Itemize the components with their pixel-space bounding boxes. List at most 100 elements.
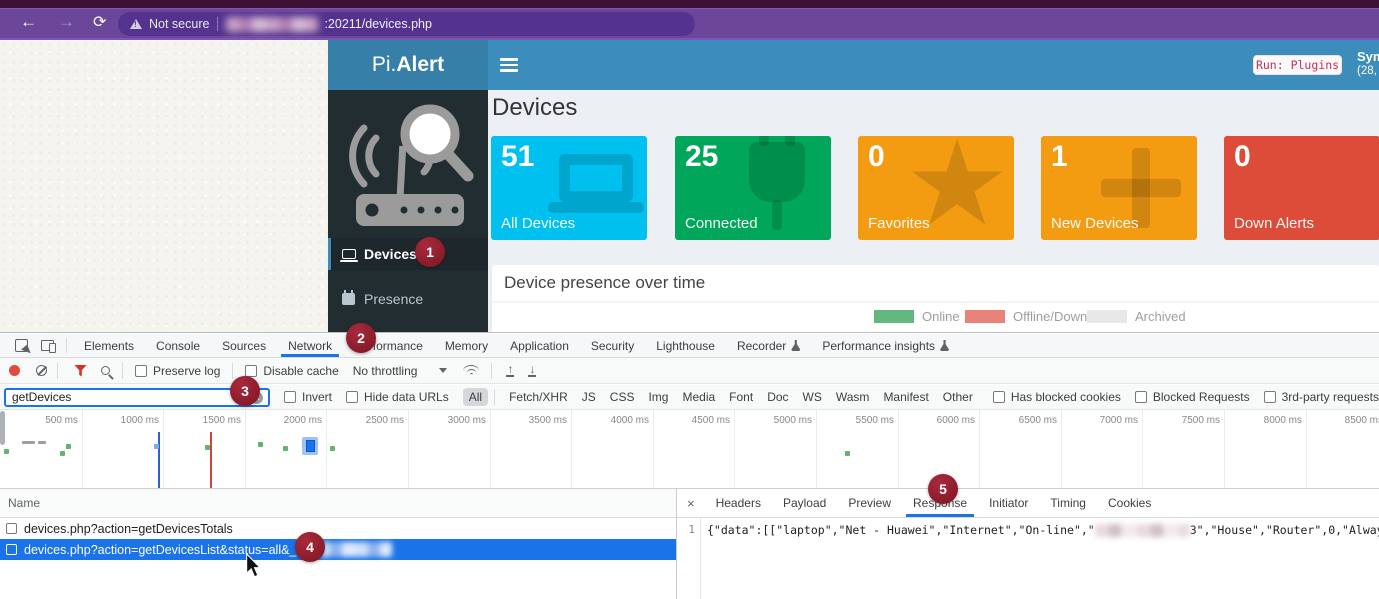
back-icon[interactable]: ← xyxy=(20,12,37,32)
tab-console[interactable]: Console xyxy=(145,334,211,357)
checkbox-icon[interactable] xyxy=(284,391,296,403)
timeline-tick-label: 2000 ms xyxy=(252,415,322,426)
clear-icon[interactable] xyxy=(36,365,47,376)
timeline-tick-label: 500 ms xyxy=(8,415,78,426)
timeline-tick-label: 8500 ms xyxy=(1313,415,1379,426)
filter-chip-fetch-xhr[interactable]: Fetch/XHR xyxy=(503,388,574,406)
timeline-tick-label: 4500 ms xyxy=(660,415,730,426)
request-row[interactable]: devices.php?action=getDevicesTotals xyxy=(0,518,676,539)
throttling-select[interactable]: No throttling xyxy=(353,364,418,378)
tab-network[interactable]: Network xyxy=(277,334,343,357)
sidebar-item-devices[interactable]: Devices xyxy=(328,238,488,270)
laptop-icon xyxy=(342,249,356,259)
tab-lighthouse[interactable]: Lighthouse xyxy=(645,334,726,357)
toolbar-separator xyxy=(122,363,123,379)
timeline-tick-label: 6000 ms xyxy=(905,415,975,426)
screenshot-root: ← → ⟳ Not secure :20211/devices.php Pi.A… xyxy=(0,0,1379,599)
detail-tab-initiator[interactable]: Initiator xyxy=(978,489,1039,517)
tab-label: Elements xyxy=(84,339,134,353)
filter-checkbox-hide-data-urls[interactable]: Hide data URLs xyxy=(346,390,449,404)
address-divider xyxy=(217,17,218,31)
hamburger-menu-icon[interactable] xyxy=(500,58,518,72)
sidebar-item-presence[interactable]: Presence xyxy=(328,283,488,315)
summary-card-all-devices[interactable]: 51All Devices xyxy=(491,136,647,240)
filter-chip-js[interactable]: JS xyxy=(576,388,602,406)
request-row[interactable]: devices.php?action=getDevicesList&status… xyxy=(0,539,676,560)
toolbar-separator xyxy=(491,363,492,379)
export-har-icon[interactable]: ↓ xyxy=(528,364,536,377)
annotation-badge-2: 2 xyxy=(346,323,376,353)
filter-checkbox-has-blocked-cookies[interactable]: Has blocked cookies xyxy=(993,390,1121,404)
detail-tab-cookies[interactable]: Cookies xyxy=(1097,489,1162,517)
record-icon[interactable] xyxy=(9,365,20,376)
row-checkbox[interactable] xyxy=(6,523,17,534)
tab-memory[interactable]: Memory xyxy=(434,334,499,357)
device-toolbar-icon[interactable] xyxy=(34,334,60,357)
checkbox-icon[interactable] xyxy=(993,391,1005,403)
annotation-badge-4: 4 xyxy=(295,532,325,562)
filter-chip-doc[interactable]: Doc xyxy=(761,388,794,406)
summary-card-new-devices[interactable]: 1New Devices xyxy=(1041,136,1197,240)
timeline-tick-label: 4000 ms xyxy=(579,415,649,426)
tab-application[interactable]: Application xyxy=(499,334,580,357)
filter-chip-manifest[interactable]: Manifest xyxy=(877,388,934,406)
response-viewer[interactable]: 1 {"data":[["laptop","Net - Huawei","Int… xyxy=(677,518,1379,599)
tab-recorder[interactable]: Recorder xyxy=(726,334,811,357)
summary-card-connected[interactable]: 25Connected xyxy=(675,136,831,240)
devtools-panel: Elements ConsoleSources Network Performance… xyxy=(0,332,1379,599)
detail-tab-headers[interactable]: Headers xyxy=(705,489,772,517)
tab-performance-insights[interactable]: Performance insights xyxy=(811,334,960,357)
import-har-icon[interactable]: ↑ xyxy=(506,364,514,377)
preserve-log-checkbox[interactable] xyxy=(135,365,147,377)
filter-chip-ws[interactable]: WS xyxy=(797,388,828,406)
filter-checkbox-3rd-party-requests[interactable]: 3rd-party requests xyxy=(1264,390,1379,404)
filter-checkbox-blocked-requests[interactable]: Blocked Requests xyxy=(1135,390,1250,404)
run-plugins-button[interactable]: Run: Plugins xyxy=(1253,55,1342,75)
tab-security[interactable]: Security xyxy=(580,334,645,357)
request-name: devices.php?action=getDevicesTotals xyxy=(24,522,233,536)
filter-chip-wasm[interactable]: Wasm xyxy=(830,388,876,406)
chevron-down-icon[interactable] xyxy=(439,368,447,373)
card-label: Favorites xyxy=(868,215,930,232)
pialert-logo[interactable]: Pi.Alert xyxy=(328,40,488,90)
requests-column-header[interactable]: Name xyxy=(0,489,676,518)
filter-funnel-icon[interactable] xyxy=(74,365,87,377)
tab-elements[interactable]: Elements xyxy=(73,334,145,357)
checkbox-icon[interactable] xyxy=(346,391,358,403)
detail-tab-preview[interactable]: Preview xyxy=(837,489,902,517)
filter-chip-font[interactable]: Font xyxy=(723,388,759,406)
tab-label: Performance insights xyxy=(822,339,935,353)
network-overview-timeline[interactable]: 500 ms1000 ms1500 ms2000 ms2500 ms3000 m… xyxy=(0,410,1379,489)
close-icon[interactable]: × xyxy=(677,489,705,517)
filter-chip-all[interactable]: All xyxy=(463,388,488,406)
disable-cache-checkbox[interactable] xyxy=(245,365,257,377)
panel-divider xyxy=(492,301,1379,303)
tab-label: Network xyxy=(288,339,332,353)
row-checkbox[interactable] xyxy=(6,544,17,555)
filter-checkbox-invert[interactable]: Invert xyxy=(284,390,332,404)
forward-icon[interactable]: → xyxy=(58,12,75,32)
timeline-gridline xyxy=(653,410,654,488)
timeline-tick-label: 7000 ms xyxy=(1068,415,1138,426)
toolbar-separator xyxy=(232,363,233,379)
summary-card-down-alerts[interactable]: 0Down Alerts xyxy=(1224,136,1379,240)
filter-chip-media[interactable]: Media xyxy=(676,388,721,406)
pialert-navbar: Run: Plugins Sym (28, xyxy=(488,40,1379,90)
summary-card-favorites[interactable]: ★0Favorites xyxy=(858,136,1014,240)
search-icon[interactable] xyxy=(101,366,110,375)
checkbox-icon[interactable] xyxy=(1264,391,1276,403)
tab-sources[interactable]: Sources xyxy=(211,334,277,357)
legend-item-online: Online xyxy=(874,309,960,324)
filter-chip-img[interactable]: Img xyxy=(642,388,674,406)
inspect-element-icon[interactable] xyxy=(8,334,34,357)
address-bar[interactable]: Not secure :20211/devices.php xyxy=(118,12,695,36)
filter-chip-css[interactable]: CSS xyxy=(604,388,641,406)
overview-scroll-handle[interactable] xyxy=(0,411,5,445)
network-conditions-icon[interactable] xyxy=(463,365,479,376)
timeline-gridline xyxy=(326,410,327,488)
detail-tab-timing[interactable]: Timing xyxy=(1039,489,1097,517)
checkbox-icon[interactable] xyxy=(1135,391,1147,403)
reload-icon[interactable]: ⟳ xyxy=(93,12,106,32)
detail-tab-payload[interactable]: Payload xyxy=(772,489,837,517)
filter-chip-other[interactable]: Other xyxy=(937,388,979,406)
